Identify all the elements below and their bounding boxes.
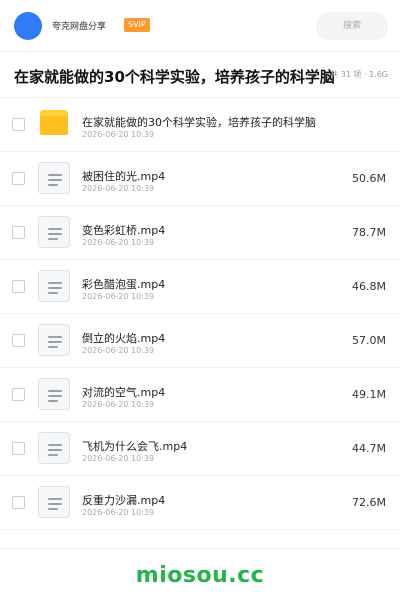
list-item[interactable]: 反重力沙漏.mp4 2026-06-20 10:39 72.6M: [0, 476, 400, 530]
file-icon: [38, 486, 70, 518]
select-checkbox[interactable]: [12, 388, 25, 401]
folder-icon: [38, 108, 70, 140]
item-name[interactable]: 反重力沙漏.mp4: [82, 492, 332, 508]
file-list: 在家就能做的30个科学实验，培养孩子的科学脑 2026-06-20 10:39 被困…: [0, 98, 400, 530]
avatar[interactable]: [14, 12, 42, 40]
file-icon: [38, 432, 70, 464]
item-name[interactable]: 在家就能做的30个科学实验，培养孩子的科学脑: [82, 114, 332, 130]
user-name: 夸克网盘分享: [52, 22, 107, 32]
file-icon: [38, 324, 70, 356]
select-checkbox[interactable]: [12, 118, 25, 131]
item-date: 2026-06-20 10:39: [82, 292, 155, 301]
item-size: 72.6M: [352, 496, 386, 509]
list-item[interactable]: 变色彩虹桥.mp4 2026-06-20 10:39 78.7M: [0, 206, 400, 260]
item-count-info: 共 31 项 · 1.6G: [330, 70, 388, 79]
file-icon: [38, 216, 70, 248]
item-name[interactable]: 彩色醋泡蛋.mp4: [82, 276, 332, 292]
item-name[interactable]: 被困住的光.mp4: [82, 168, 332, 184]
svip-badge: SVIP: [124, 18, 150, 32]
list-item[interactable]: 倒立的火焰.mp4 2026-06-20 10:39 57.0M: [0, 314, 400, 368]
file-icon: [38, 378, 70, 410]
item-size: 50.6M: [352, 172, 386, 185]
item-date: 2026-06-20 10:39: [82, 508, 155, 517]
item-size: 49.1M: [352, 388, 386, 401]
item-name[interactable]: 倒立的火焰.mp4: [82, 330, 332, 346]
item-date: 2026-06-20 10:39: [82, 346, 155, 355]
select-checkbox[interactable]: [12, 280, 25, 293]
file-icon: [38, 162, 70, 194]
item-date: 2026-06-20 10:39: [82, 130, 155, 139]
list-item[interactable]: 飞机为什么会飞.mp4 2026-06-20 10:39 44.7M: [0, 422, 400, 476]
select-checkbox[interactable]: [12, 442, 25, 455]
list-item[interactable]: 彩色醋泡蛋.mp4 2026-06-20 10:39 46.8M: [0, 260, 400, 314]
search-box[interactable]: 搜索: [316, 12, 388, 40]
file-icon: [38, 270, 70, 302]
item-name[interactable]: 飞机为什么会飞.mp4: [82, 438, 332, 454]
site-watermark: miosou.cc: [135, 563, 265, 588]
select-checkbox[interactable]: [12, 334, 25, 347]
item-name[interactable]: 对流的空气.mp4: [82, 384, 332, 400]
title-row: 在家就能做的30个科学实验，培养孩子的科学脑 共 31 项 · 1.6G: [0, 52, 400, 98]
item-date: 2026-06-20 10:39: [82, 238, 155, 247]
list-item[interactable]: 对流的空气.mp4 2026-06-20 10:39 49.1M: [0, 368, 400, 422]
item-date: 2026-06-20 10:39: [82, 400, 155, 409]
item-name[interactable]: 变色彩虹桥.mp4: [82, 222, 332, 238]
select-checkbox[interactable]: [12, 496, 25, 509]
item-size: 78.7M: [352, 226, 386, 239]
item-date: 2026-06-20 10:39: [82, 184, 155, 193]
list-item[interactable]: 被困住的光.mp4 2026-06-20 10:39 50.6M: [0, 152, 400, 206]
item-date: 2026-06-20 10:39: [82, 454, 155, 463]
list-item[interactable]: 在家就能做的30个科学实验，培养孩子的科学脑 2026-06-20 10:39: [0, 98, 400, 152]
select-checkbox[interactable]: [12, 226, 25, 239]
item-size: 57.0M: [352, 334, 386, 347]
page-title: 在家就能做的30个科学实验，培养孩子的科学脑: [14, 68, 334, 86]
footer: miosou.cc: [0, 548, 400, 600]
item-size: 46.8M: [352, 280, 386, 293]
item-size: 44.7M: [352, 442, 386, 455]
select-checkbox[interactable]: [12, 172, 25, 185]
top-bar: 夸克网盘分享 SVIP 搜索: [0, 0, 400, 52]
